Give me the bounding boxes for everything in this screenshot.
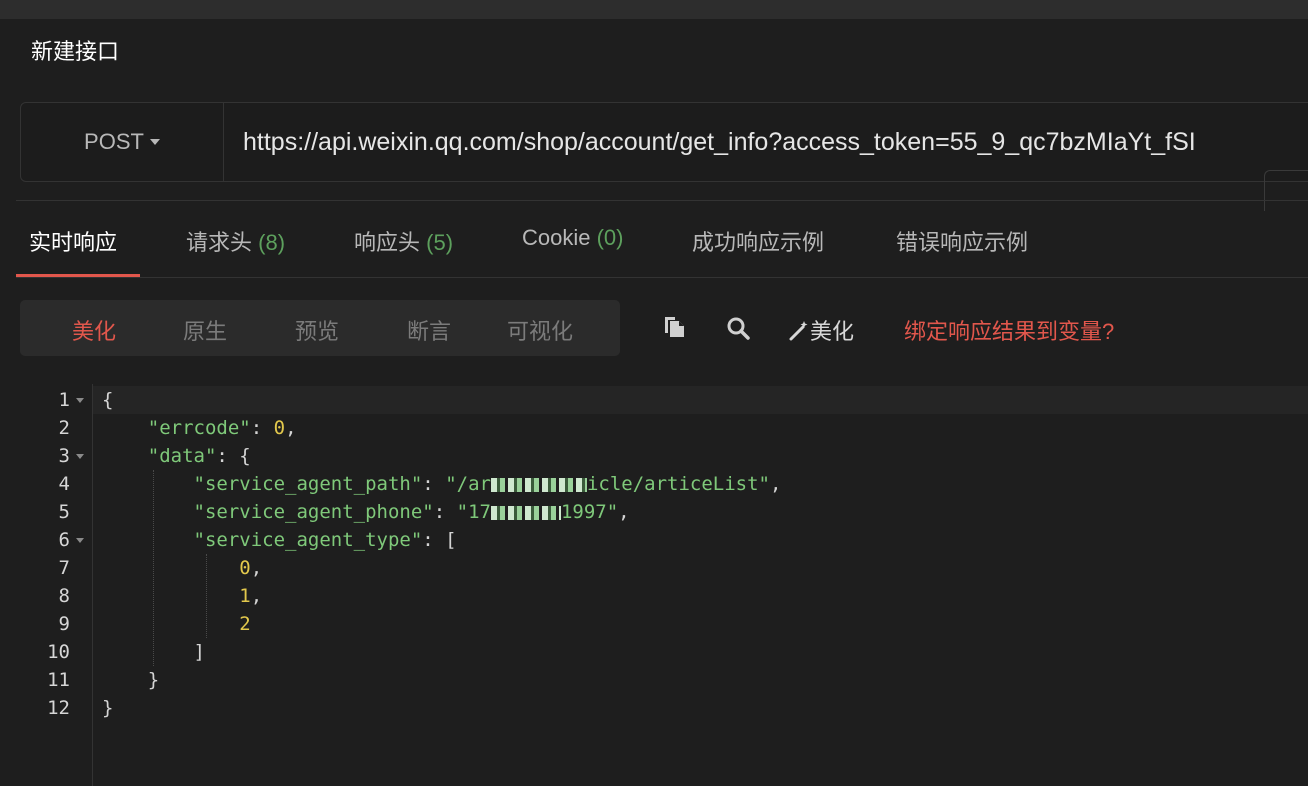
code-editor[interactable]: 1 { 2 "errcode": 0, 3 "data": { 4 "servi… <box>0 384 1308 786</box>
url-input[interactable] <box>243 121 1303 163</box>
fold-caret-icon[interactable] <box>76 454 84 459</box>
code-line: 10 ] <box>47 641 205 663</box>
code-line: 1 { <box>58 389 114 411</box>
view-preview-button[interactable]: 预览 <box>295 314 339 346</box>
fold-caret-icon[interactable] <box>76 538 84 543</box>
bind-response-link[interactable]: 绑定响应结果到变量? <box>904 314 1114 346</box>
code-line: 5 "service_agent_phone": "17 1997", <box>58 501 630 523</box>
code-line: 11 } <box>47 669 160 691</box>
tab-live-response[interactable]: 实时响应 <box>29 225 117 257</box>
code-line: 3 "data": { <box>58 445 251 467</box>
request-url-bar: POST <box>20 102 1308 182</box>
code-line: 7 0, <box>58 557 263 579</box>
page-title: 新建接口 <box>31 39 120 64</box>
response-tabs: 实时响应 请求头 (8) 响应头 (5) Cookie (0) 成功响应示例 错… <box>16 200 1308 278</box>
code-line: 12 } <box>47 697 114 719</box>
search-icon[interactable] <box>724 314 752 347</box>
view-visualize-button[interactable]: 可视化 <box>507 314 573 346</box>
redacted-mask <box>490 477 587 492</box>
fold-caret-icon[interactable] <box>76 398 84 403</box>
view-assert-button[interactable]: 断言 <box>407 314 451 346</box>
tab-request-headers[interactable]: 请求头 (8) <box>186 225 285 257</box>
top-bar <box>0 0 1308 19</box>
method-select[interactable]: POST <box>21 103 224 181</box>
code-line: 2 "errcode": 0, <box>58 417 297 439</box>
beautify-tool-button[interactable]: 美化 <box>788 314 854 346</box>
code-line: 4 "service_agent_path": "/ar icle/articeL… <box>58 473 782 495</box>
view-raw-button[interactable]: 原生 <box>183 314 227 346</box>
active-tab-indicator <box>16 274 140 277</box>
tab-error-example[interactable]: 错误响应示例 <box>896 225 1028 257</box>
tab-cookie[interactable]: Cookie (0) <box>522 225 624 251</box>
code-line: 8 1, <box>58 585 263 607</box>
tab-success-example[interactable]: 成功响应示例 <box>692 225 824 257</box>
view-mode-segment: 美化 原生 预览 断言 可视化 <box>20 300 620 356</box>
tab-response-headers[interactable]: 响应头 (5) <box>354 225 453 257</box>
redacted-mask <box>490 505 561 520</box>
method-label: POST <box>84 129 144 154</box>
code-line: 9 2 <box>58 613 251 635</box>
caret-down-icon <box>149 139 160 145</box>
magic-wand-icon <box>789 321 808 341</box>
code-line: 6 "service_agent_type": [ <box>58 529 457 551</box>
copy-icon[interactable] <box>662 314 688 345</box>
view-beautify-button[interactable]: 美化 <box>72 314 116 346</box>
